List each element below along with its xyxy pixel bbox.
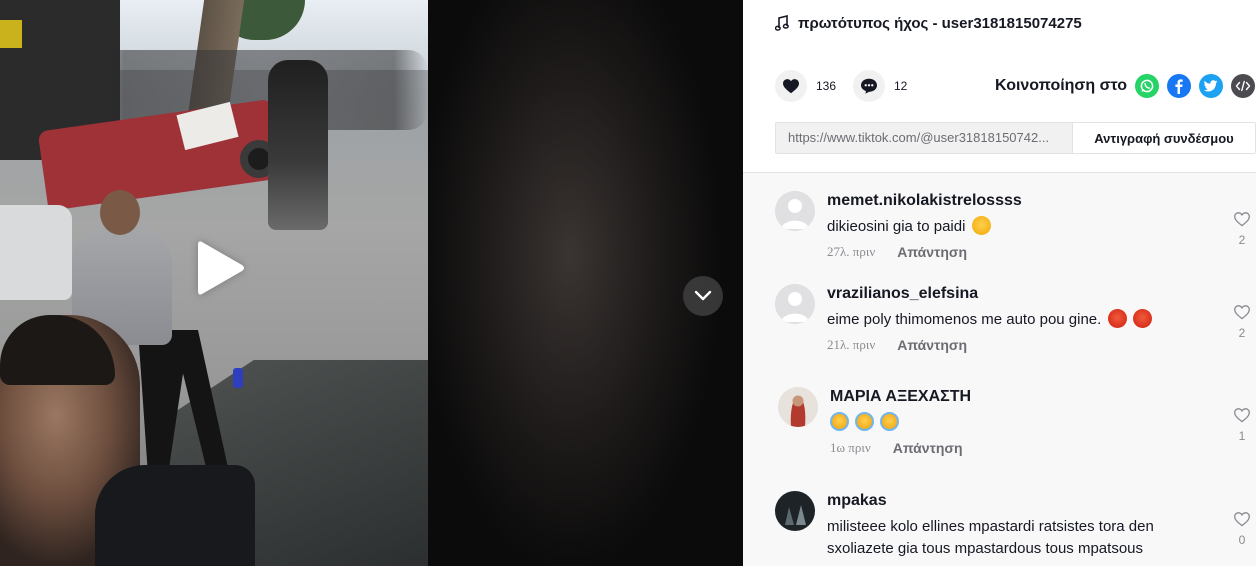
default-avatar-icon	[775, 284, 815, 324]
comment-text-content: dikieosini gia to paidi	[827, 218, 966, 235]
video-player[interactable]	[0, 0, 743, 566]
heart-outline-icon[interactable]	[1233, 511, 1251, 527]
next-video-button[interactable]	[683, 276, 723, 316]
chevron-down-icon	[694, 290, 712, 301]
comment-text: eime poly thimomenos me auto pou gine.	[827, 309, 1197, 331]
twitter-icon	[1204, 80, 1218, 92]
comment-timestamp: 27λ. πριν	[827, 244, 876, 259]
comment-body: mpakas milisteee kolo ellines mpastardi …	[827, 491, 1197, 560]
comment-count: 12	[894, 79, 908, 93]
comment-username[interactable]: ΜΑΡΙΑ ΑΞΕΧΑΣΤΗ	[830, 387, 1200, 407]
comment-text	[830, 412, 1200, 434]
angry-face-emoji-icon	[1132, 309, 1152, 328]
embed-code-icon	[1235, 80, 1251, 92]
scene-standing-man	[268, 60, 328, 230]
comment-text: milisteee kolo ellines mpastardi ratsist…	[827, 518, 1154, 557]
share-label: Κοινοποίηση στο	[995, 77, 1128, 94]
share-link-row: https://www.tiktok.com/@user31818150742.…	[775, 122, 1256, 154]
comment-like[interactable]: 2	[1232, 211, 1252, 247]
comment-like-count: 1	[1238, 429, 1246, 443]
crying-face-emoji-icon	[880, 412, 900, 431]
avatar[interactable]	[775, 491, 815, 531]
avatar[interactable]	[778, 387, 818, 427]
stats-row: 136 12 Κοινοποίηση στο	[775, 70, 1256, 104]
comment-stat[interactable]: 12	[853, 70, 907, 102]
facebook-icon	[1175, 79, 1183, 94]
reply-button[interactable]: Απάντηση	[897, 244, 967, 260]
comment-like-count: 0	[1238, 533, 1246, 547]
comment-body: vrazilianos_elefsina eime poly thimomeno…	[827, 284, 1197, 353]
comment-like[interactable]: 0	[1232, 511, 1252, 547]
heart-outline-icon[interactable]	[1233, 304, 1251, 320]
embed-share-button[interactable]	[1231, 74, 1255, 98]
music-row[interactable]: πρωτότυπος ήχος - user3181815074275	[775, 13, 1082, 33]
scene-boy-head	[100, 190, 140, 235]
twitter-share-button[interactable]	[1199, 74, 1223, 98]
heart-outline-icon[interactable]	[1233, 211, 1251, 227]
user-photo-avatar-icon	[778, 387, 818, 427]
copy-link-button[interactable]: Αντιγραφή συνδέσμου	[1072, 123, 1255, 153]
comment-like[interactable]: 2	[1232, 304, 1252, 340]
play-icon	[198, 241, 244, 295]
like-button[interactable]	[775, 70, 807, 102]
comment-item: memet.nikolakistrelossss dikieosini gia …	[775, 191, 1256, 271]
comment-item: ΜΑΡΙΑ ΑΞΕΧΑΣΤΗ 1ω πριν Απάντηση 1	[775, 387, 1256, 467]
music-title[interactable]: πρωτότυπος ήχος - user3181815074275	[798, 15, 1082, 32]
user-photo-avatar-icon	[775, 491, 815, 531]
music-note-icon	[775, 15, 789, 31]
comment-like-count: 2	[1238, 326, 1246, 340]
comment-meta: 1ω πριν Απάντηση	[830, 440, 1200, 456]
comment-list[interactable]: memet.nikolakistrelossss dikieosini gia …	[743, 172, 1256, 566]
scene-white-car	[0, 205, 72, 300]
reply-button[interactable]: Απάντηση	[893, 440, 963, 456]
comment-item: vrazilianos_elefsina eime poly thimomeno…	[775, 284, 1256, 364]
whatsapp-icon	[1140, 79, 1154, 93]
facebook-share-button[interactable]	[1167, 74, 1191, 98]
scene-foreground-shoulder	[95, 465, 255, 566]
heart-icon	[783, 79, 799, 94]
crying-face-emoji-icon	[830, 412, 849, 431]
details-panel: πρωτότυπος ήχος - user3181815074275 136 …	[743, 0, 1256, 566]
avatar[interactable]	[775, 191, 815, 231]
comment-meta: 21λ. πριν Απάντηση	[827, 337, 1197, 353]
comment-timestamp: 21λ. πριν	[827, 337, 876, 352]
comment-text: dikieosini gia to paidi	[827, 216, 1197, 238]
default-avatar-icon	[775, 191, 815, 231]
comment-like[interactable]: 1	[1232, 407, 1252, 443]
avatar[interactable]	[775, 284, 815, 324]
scene-building-sign	[0, 20, 22, 48]
comment-username[interactable]: memet.nikolakistrelossss	[827, 191, 1197, 211]
play-button[interactable]	[196, 240, 246, 296]
comment-button[interactable]	[853, 70, 885, 102]
reply-button[interactable]: Απάντηση	[897, 337, 967, 353]
like-stat[interactable]: 136	[775, 70, 836, 102]
sad-face-emoji-icon	[971, 216, 991, 235]
comment-meta: 27λ. πριν Απάντηση	[827, 244, 1197, 260]
angry-face-emoji-icon	[1107, 309, 1127, 328]
comment-username[interactable]: vrazilianos_elefsina	[827, 284, 1197, 304]
comment-username[interactable]: mpakas	[827, 491, 1197, 511]
like-count: 136	[816, 79, 837, 93]
comment-body: ΜΑΡΙΑ ΑΞΕΧΑΣΤΗ 1ω πριν Απάντηση	[830, 387, 1200, 456]
comment-text-content: eime poly thimomenos me auto pou gine.	[827, 311, 1102, 328]
heart-outline-icon[interactable]	[1233, 407, 1251, 423]
comment-bubble-icon	[861, 78, 877, 94]
whatsapp-share-button[interactable]	[1135, 74, 1159, 98]
comment-item: mpakas milisteee kolo ellines mpastardi …	[775, 491, 1256, 566]
share-link-url[interactable]: https://www.tiktok.com/@user31818150742.…	[776, 123, 1072, 153]
crying-face-emoji-icon	[855, 412, 875, 431]
comment-body: memet.nikolakistrelossss dikieosini gia …	[827, 191, 1197, 260]
comment-like-count: 2	[1238, 233, 1246, 247]
comment-timestamp: 1ω πριν	[830, 440, 871, 455]
scene-bottle	[233, 368, 243, 388]
